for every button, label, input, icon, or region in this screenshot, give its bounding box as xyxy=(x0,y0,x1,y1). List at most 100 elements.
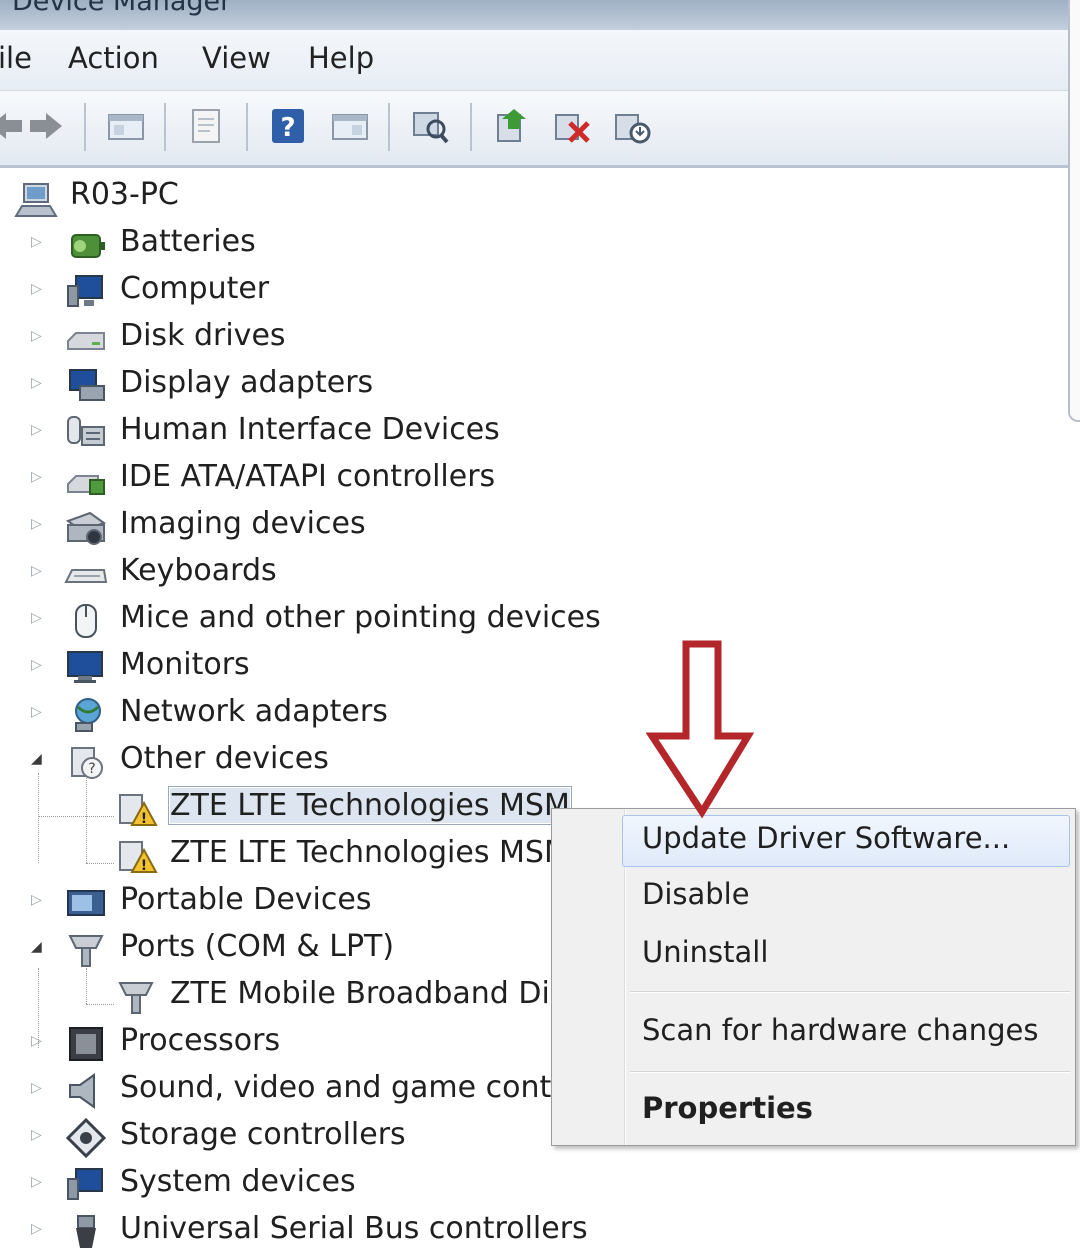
usb-icon xyxy=(76,1215,96,1248)
port-icon xyxy=(68,935,104,967)
hid-icon xyxy=(67,416,105,446)
collapse-arrow-icon[interactable]: ◢ xyxy=(31,940,45,954)
expand-arrow-icon[interactable]: ▷ xyxy=(31,705,45,719)
tree-item-usb-controllers[interactable]: ▷ Universal Serial Bus controllers xyxy=(0,1208,900,1252)
tree-item-label: ZTE Mobile Broadband Diag xyxy=(170,976,588,1011)
help-icon[interactable]: ? xyxy=(268,105,308,147)
tree-item-label: Mice and other pointing devices xyxy=(120,600,601,635)
back-icon[interactable] xyxy=(0,105,26,147)
tree-item-imaging-devices[interactable]: ▷ Imaging devices xyxy=(0,503,900,547)
expand-arrow-icon[interactable]: ▷ xyxy=(31,1222,45,1236)
tree-item-label: Computer xyxy=(120,271,270,306)
menu-item-properties[interactable]: Properties xyxy=(642,1091,813,1125)
warning-device-icon: ! xyxy=(119,794,158,827)
expand-arrow-icon[interactable]: ▷ xyxy=(31,611,45,625)
menu-file[interactable]: ile xyxy=(0,41,32,75)
network-adapter-icon xyxy=(75,698,101,732)
computer-monitor-icon xyxy=(67,275,103,307)
battery-icon xyxy=(71,234,105,258)
properties-icon[interactable] xyxy=(186,105,226,147)
uninstall-icon[interactable] xyxy=(552,105,592,147)
port-icon xyxy=(118,982,154,1014)
menu-item-scan-hardware[interactable]: Scan for hardware changes xyxy=(642,1013,1038,1047)
svg-text:!: ! xyxy=(141,811,147,827)
tree-item-disk-drives[interactable]: ▷ Disk drives xyxy=(0,315,900,359)
tree-item-label: Portable Devices xyxy=(120,882,372,917)
menu-item-disable[interactable]: Disable xyxy=(642,877,750,911)
expand-arrow-icon[interactable]: ▷ xyxy=(31,517,45,531)
tree-item-label: Keyboards xyxy=(120,553,277,588)
tree-root-label: R03-PC xyxy=(70,177,179,212)
action-pane-icon[interactable] xyxy=(330,105,370,147)
expand-arrow-icon[interactable]: ▷ xyxy=(31,282,45,296)
tree-item-mice[interactable]: ▷ Mice and other pointing devices xyxy=(0,597,900,641)
toolbar-separator xyxy=(470,103,472,151)
menu-bar: ile Action View Help xyxy=(0,30,1070,91)
forward-icon[interactable] xyxy=(26,105,66,147)
computer-icon xyxy=(14,183,58,217)
tree-item-label: Imaging devices xyxy=(120,506,366,541)
tree-item-human-interface-devices[interactable]: ▷ Human Interface Devices xyxy=(0,409,900,453)
camera-icon xyxy=(65,511,107,545)
expand-arrow-icon[interactable]: ▷ xyxy=(31,1081,45,1095)
warning-device-icon: ! xyxy=(119,841,158,874)
tree-item-label: Display adapters xyxy=(120,365,374,400)
unknown-device-icon: ? xyxy=(71,747,103,779)
portable-device-icon xyxy=(67,890,105,916)
toolbar-separator xyxy=(388,103,390,151)
expand-arrow-icon[interactable]: ▷ xyxy=(31,235,45,249)
monitor-icon xyxy=(67,651,103,683)
tree-item-network-adapters[interactable]: ▷ Network adapters xyxy=(0,691,900,735)
speaker-icon xyxy=(69,1073,95,1109)
toolbar-separator xyxy=(246,103,248,151)
disk-drive-icon xyxy=(67,332,105,350)
tree-item-label: Human Interface Devices xyxy=(120,412,500,447)
tree-item-keyboards[interactable]: ▷ Keyboards xyxy=(0,550,900,594)
toolbar-separator xyxy=(164,103,166,151)
tree-item-monitors[interactable]: ▷ Monitors xyxy=(0,644,900,688)
expand-arrow-icon[interactable]: ▷ xyxy=(31,423,45,437)
menu-help[interactable]: Help xyxy=(308,41,374,75)
keyboard-icon xyxy=(64,569,108,583)
tree-item-label: ZTE LTE Technologies MSM xyxy=(168,786,572,825)
expand-arrow-icon[interactable]: ▷ xyxy=(31,329,45,343)
menu-separator xyxy=(630,991,1070,993)
tree-item-other-devices[interactable]: ◢ ? Other devices xyxy=(0,738,900,782)
toolbar: ? xyxy=(0,91,1070,168)
scan-hardware-icon[interactable] xyxy=(410,105,450,147)
red-arrow-annotation xyxy=(646,640,754,819)
tree-root[interactable]: R03-PC xyxy=(0,174,900,218)
tree-item-label: Storage controllers xyxy=(120,1117,406,1152)
tree-item-system-devices[interactable]: ▷ System devices xyxy=(0,1161,900,1205)
tree-item-computer[interactable]: ▷ Computer xyxy=(0,268,900,312)
svg-text:!: ! xyxy=(141,858,147,874)
tree-item-batteries[interactable]: ▷ Batteries xyxy=(0,221,900,265)
display-adapter-icon xyxy=(69,369,105,401)
tree-item-label: Ports (COM & LPT) xyxy=(120,929,395,964)
tree-item-label: System devices xyxy=(120,1164,356,1199)
show-hide-console-tree-icon[interactable] xyxy=(106,105,146,147)
expand-arrow-icon[interactable]: ▷ xyxy=(31,376,45,390)
menu-item-update-driver[interactable]: Update Driver Software... xyxy=(642,821,1010,855)
tree-item-label: IDE ATA/ATAPI controllers xyxy=(120,459,496,494)
menu-item-uninstall[interactable]: Uninstall xyxy=(642,935,768,969)
tree-item-label: Universal Serial Bus controllers xyxy=(120,1211,588,1246)
expand-arrow-icon[interactable]: ▷ xyxy=(31,1034,45,1048)
expand-arrow-icon[interactable]: ▷ xyxy=(31,470,45,484)
collapse-arrow-icon[interactable]: ◢ xyxy=(31,752,45,766)
mouse-icon xyxy=(75,604,97,638)
expand-arrow-icon[interactable]: ▷ xyxy=(31,658,45,672)
expand-arrow-icon[interactable]: ▷ xyxy=(31,564,45,578)
update-driver-icon[interactable] xyxy=(492,105,532,147)
expand-arrow-icon[interactable]: ▷ xyxy=(31,1128,45,1142)
enable-device-icon[interactable] xyxy=(612,105,652,147)
storage-controller-icon xyxy=(65,1118,107,1158)
expand-arrow-icon[interactable]: ▷ xyxy=(31,893,45,907)
tree-item-display-adapters[interactable]: ▷ Display adapters xyxy=(0,362,900,406)
tree-item-ide-controllers[interactable]: ▷ IDE ATA/ATAPI controllers xyxy=(0,456,900,500)
tree-item-label: Disk drives xyxy=(120,318,286,353)
expand-arrow-icon[interactable]: ▷ xyxy=(31,1175,45,1189)
tree-item-label: ZTE LTE Technologies MSM xyxy=(170,835,570,870)
menu-view[interactable]: View xyxy=(202,41,271,75)
menu-action[interactable]: Action xyxy=(68,41,159,75)
